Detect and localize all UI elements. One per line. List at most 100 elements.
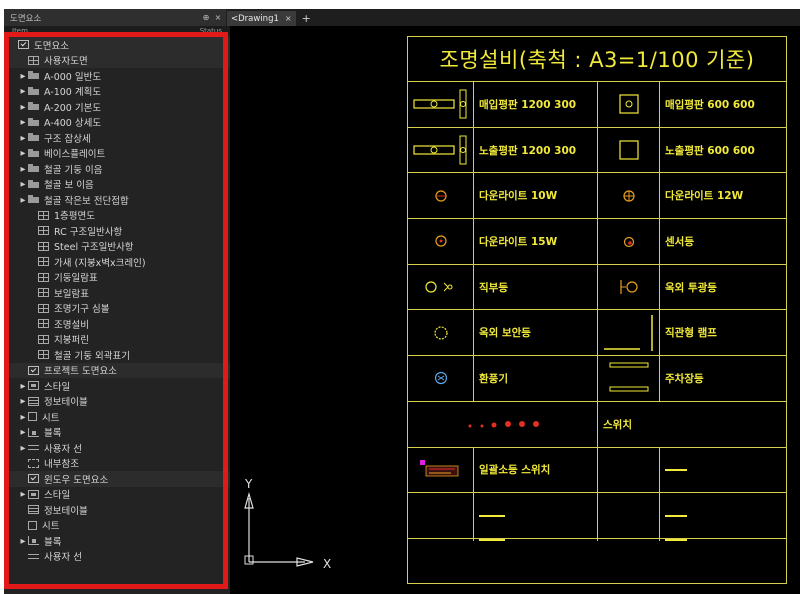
add-tab-icon[interactable]: + <box>302 11 311 26</box>
tree-item[interactable]: 지붕퍼린 <box>4 332 230 348</box>
sheet-icon <box>28 520 37 530</box>
tree-item[interactable]: 프로젝트 도면요소 <box>4 362 230 378</box>
tree-item-label: 철골 보 이음 <box>44 180 94 192</box>
expand-caret-icon[interactable]: ▶ <box>18 397 28 405</box>
dash-line <box>479 538 505 541</box>
tree-item[interactable]: 조명기구 심볼 <box>4 301 230 317</box>
tree-item[interactable]: 윈도우 도면요소 <box>4 471 230 487</box>
tree-item-label: 정보테이블 <box>44 397 88 409</box>
tree-item[interactable]: ▶ 사용자 선 <box>4 440 230 456</box>
surface-panel-1200-symbol <box>408 127 474 174</box>
tree-item-label: 블록 <box>44 536 62 548</box>
expand-caret-icon[interactable]: ▶ <box>18 87 28 95</box>
tree-item[interactable]: 내부참조 <box>4 456 230 472</box>
tree-item-label: 시트 <box>42 412 60 424</box>
expand-caret-icon[interactable]: ▶ <box>18 382 28 390</box>
legend-cell: 옥외 투광등 <box>660 265 786 311</box>
legend-grid: 매입평판 1200 300 매입평판 600 600 노출평판 1200 300… <box>408 82 786 541</box>
empty-symbol-cell <box>408 538 474 541</box>
expand-caret-icon[interactable]: ▶ <box>18 196 28 204</box>
empty-symbol-cell <box>408 493 474 539</box>
tree-item[interactable]: ▶ 블록 <box>4 533 230 549</box>
legend-cell: 매입평판 1200 300 <box>474 82 598 128</box>
tree-item[interactable]: 정보테이블 <box>4 502 230 518</box>
tree-item[interactable]: 보일람표 <box>4 285 230 301</box>
tree-item[interactable]: 1층평면도 <box>4 208 230 224</box>
expand-caret-icon[interactable]: ▶ <box>18 537 28 545</box>
expand-caret-icon[interactable]: ▶ <box>18 118 28 126</box>
expand-caret-icon[interactable]: ▶ <box>18 490 28 498</box>
tree-item[interactable]: ▶ 블록 <box>4 425 230 441</box>
legend-cell <box>660 448 786 494</box>
tree-item-label: 조명설비 <box>54 319 89 331</box>
expand-caret-icon[interactable]: ▶ <box>18 428 28 436</box>
legend-cell: 다운라이트 15W <box>474 219 598 265</box>
tree-item[interactable]: 철골 기둥 외곽표기 <box>4 347 230 363</box>
expand-caret-icon[interactable]: ▶ <box>18 103 28 111</box>
tree-item[interactable]: RC 구조일반사항 <box>4 223 230 239</box>
empty-symbol-cell <box>598 493 660 539</box>
expand-caret-icon[interactable]: ▶ <box>18 134 28 142</box>
recessed-panel-1200-symbol <box>408 82 474 128</box>
close-icon[interactable]: × <box>212 13 224 22</box>
tree-item[interactable]: ▶ 시트 <box>4 409 230 425</box>
column-header: Item Status <box>4 26 230 36</box>
grid-icon <box>38 350 49 360</box>
tree-item[interactable]: 도면요소 <box>4 37 230 53</box>
tree-item[interactable]: 사용자도면 <box>4 52 230 68</box>
tree-item[interactable]: ▶ A-400 상세도 <box>4 115 230 131</box>
expand-caret-icon[interactable]: ▶ <box>18 72 28 80</box>
tree-item[interactable]: Steel 구조일반사항 <box>4 239 230 255</box>
tree-item-label: 시트 <box>42 521 60 533</box>
expand-caret-icon[interactable]: ▶ <box>18 149 28 157</box>
expand-caret-icon[interactable]: ▶ <box>18 180 28 188</box>
folder-icon <box>28 102 39 111</box>
tree-item[interactable]: ▶ A-100 계획도 <box>4 84 230 100</box>
legend-cell: 노출평판 1200 300 <box>474 127 598 174</box>
tab-close-icon[interactable]: × <box>285 14 292 23</box>
column-item[interactable]: Item <box>12 27 200 35</box>
tree-item-label: 정보테이블 <box>44 505 88 517</box>
tree-item-label: 기둥일람표 <box>54 273 98 285</box>
lighting-legend-table[interactable]: 조명설비(축척 : A3=1/100 기준) 매입평판 1200 300 매입평… <box>407 36 787 584</box>
empty-symbol-cell <box>598 447 660 494</box>
tree-item[interactable]: ▶ 정보테이블 <box>4 394 230 410</box>
tree-item[interactable]: ▶ 철골 보 이음 <box>4 177 230 193</box>
tree-item-label: 프로젝트 도면요소 <box>44 366 117 378</box>
grid-icon <box>38 241 49 251</box>
tree-item[interactable]: 조명설비 <box>4 316 230 332</box>
tree-item[interactable]: ▶ A-000 일반도 <box>4 68 230 84</box>
tree-item[interactable]: ▶ 스타일 <box>4 487 230 503</box>
tree-item[interactable]: ▶ 스타일 <box>4 378 230 394</box>
legend-cell: 옥외 보안등 <box>474 310 598 357</box>
tab-drawing1[interactable]: <Drawing1 × <box>227 11 296 26</box>
sheet-icon <box>28 412 37 422</box>
expand-caret-icon[interactable]: ▶ <box>18 413 28 421</box>
tree-item[interactable]: ▶ 철골 기둥 이음 <box>4 161 230 177</box>
tree-item[interactable]: ▶ 철골 작은보 전단접합 <box>4 192 230 208</box>
tree-item[interactable]: ▶ 베이스플레이트 <box>4 146 230 162</box>
tree-item[interactable]: ▶ A-200 기본도 <box>4 99 230 115</box>
tree-item[interactable]: 사용자 선 <box>4 549 230 565</box>
tree-item-label: 베이스플레이트 <box>44 149 106 161</box>
tree-item-label: 스타일 <box>44 490 71 502</box>
folder-icon <box>28 71 39 80</box>
legend-title: 조명설비(축척 : A3=1/100 기준) <box>408 37 786 82</box>
tree-item-label: 보일람표 <box>54 288 89 300</box>
expand-caret-icon[interactable]: ▶ <box>18 165 28 173</box>
dash-line <box>665 538 687 541</box>
column-status[interactable]: Status <box>200 27 222 35</box>
tree-item[interactable]: ▶ 구조 잡상세 <box>4 130 230 146</box>
ceiling-light-symbol <box>408 264 474 311</box>
exhaust-fan-symbol <box>408 356 474 402</box>
downlight-12w-symbol <box>598 173 660 220</box>
expand-caret-icon[interactable]: ▶ <box>18 444 28 452</box>
tree-item[interactable]: 시트 <box>4 518 230 534</box>
drawing-elements-panel: 도면요소 ⊕ × Item Status 도면요소 사용자도면 ▶ A-000 일반도… <box>4 9 230 594</box>
tree-item-label: 1층평면도 <box>54 211 96 223</box>
pin-icon[interactable]: ⊕ <box>200 13 212 22</box>
check-icon <box>28 365 39 375</box>
tree-item[interactable]: 가새 (지붕x벽x크레인) <box>4 254 230 270</box>
tree-item[interactable]: 기둥일람표 <box>4 270 230 286</box>
grid-icon <box>38 272 49 282</box>
